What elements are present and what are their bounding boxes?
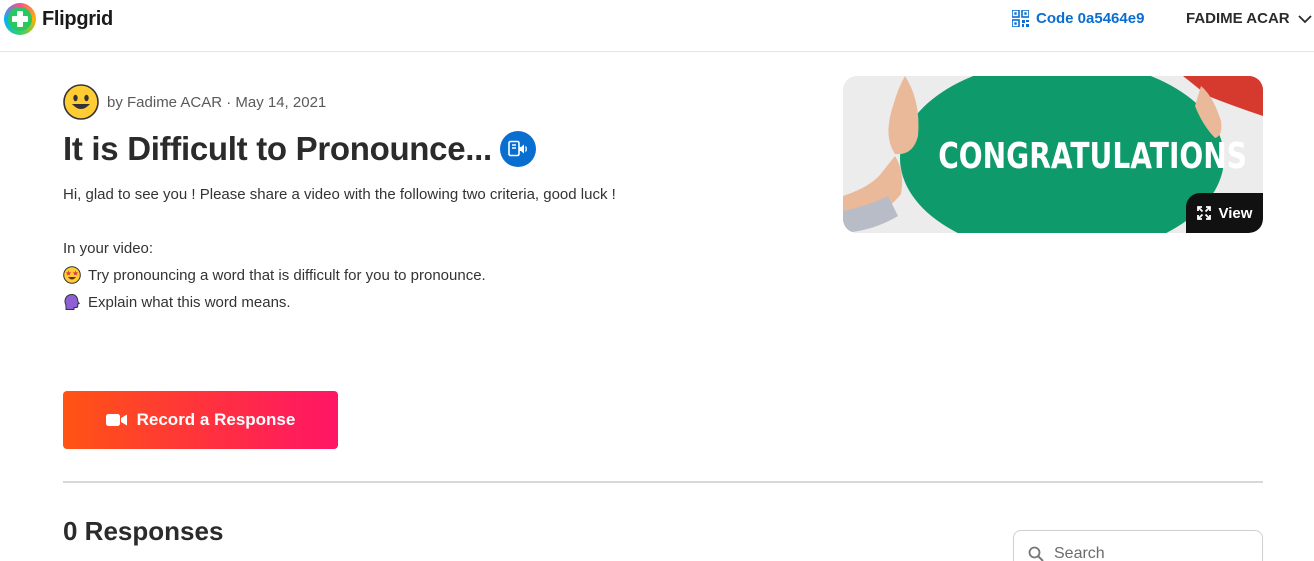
user-name: FADIME ACAR bbox=[1186, 10, 1290, 27]
image-caption-text: CONGRATULATIONS bbox=[938, 136, 1248, 177]
chevron-down-icon bbox=[1297, 14, 1312, 23]
topic-intro: Hi, glad to see you ! Please share a vid… bbox=[63, 186, 616, 203]
join-code-label: Code 0a5464e9 bbox=[1036, 10, 1145, 27]
view-media-button[interactable]: View bbox=[1186, 193, 1263, 233]
top-bar: Flipgrid Code 0a5464e9 FADIME ACAR bbox=[0, 0, 1314, 52]
topic-title-row: It is Difficult to Pronounce... bbox=[63, 130, 536, 168]
topic-title: It is Difficult to Pronounce... bbox=[63, 130, 492, 167]
brand-name: Flipgrid bbox=[42, 7, 113, 30]
flipgrid-logo[interactable]: Flipgrid bbox=[4, 3, 113, 35]
topic-media-card[interactable]: CONGRATULATIONS View bbox=[843, 76, 1263, 233]
smiley-avatar-icon bbox=[63, 84, 99, 120]
record-response-button[interactable]: Record a Response bbox=[63, 391, 338, 449]
criteria-text: Explain what this word means. bbox=[88, 293, 291, 311]
join-code-link[interactable]: Code 0a5464e9 bbox=[1012, 10, 1144, 27]
responses-heading: 0 Responses bbox=[63, 516, 224, 546]
speaking-head-emoji-icon bbox=[64, 293, 80, 310]
criteria-item: Try pronouncing a word that is difficult… bbox=[63, 266, 763, 284]
user-menu[interactable]: FADIME ACAR bbox=[1186, 10, 1312, 27]
section-divider bbox=[63, 481, 1263, 483]
expand-icon bbox=[1196, 206, 1211, 220]
qr-code-icon bbox=[1012, 10, 1029, 27]
view-label: View bbox=[1218, 204, 1253, 222]
video-camera-icon bbox=[105, 414, 127, 426]
criteria-text: Try pronouncing a word that is difficult… bbox=[88, 266, 486, 284]
flipgrid-logo-icon bbox=[4, 3, 36, 35]
record-label: Record a Response bbox=[136, 410, 296, 429]
topic-author: by Fadime ACAR · May 14, 2021 bbox=[63, 84, 326, 120]
author-line: by Fadime ACAR · May 14, 2021 bbox=[107, 93, 327, 111]
search-icon bbox=[1028, 546, 1044, 561]
criteria-heading: In your video: bbox=[63, 240, 154, 257]
response-search[interactable] bbox=[1013, 530, 1263, 561]
immersive-reader-icon bbox=[508, 140, 527, 157]
immersive-reader-button[interactable] bbox=[499, 131, 536, 167]
criteria-item: Explain what this word means. bbox=[63, 293, 763, 311]
search-input[interactable] bbox=[1054, 545, 1234, 561]
star-struck-emoji-icon bbox=[63, 266, 81, 284]
